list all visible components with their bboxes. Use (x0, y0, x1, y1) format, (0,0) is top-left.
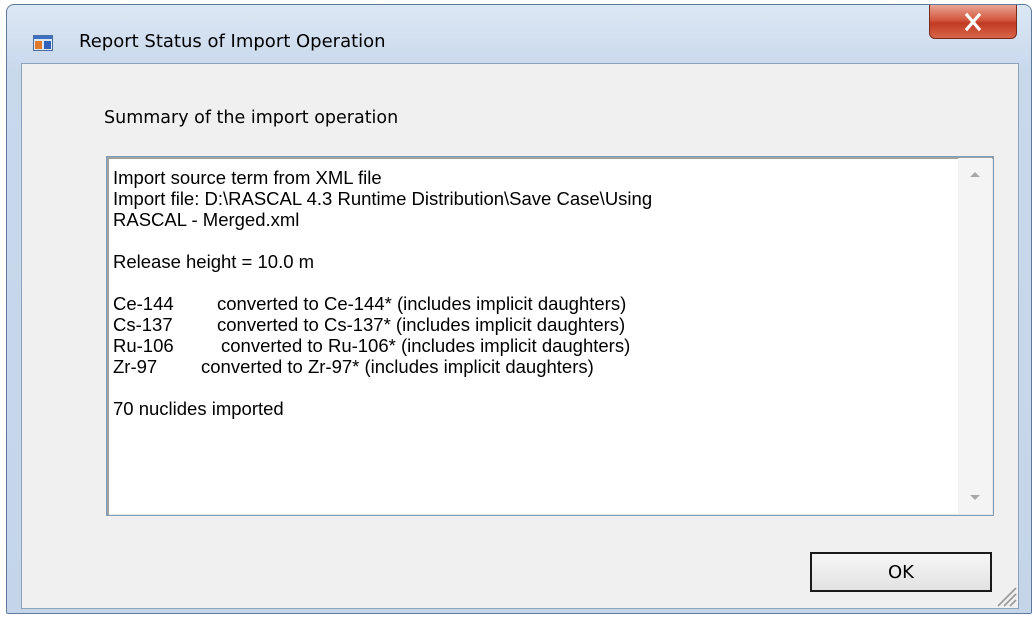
dialog-client-area: Summary of the import operation Import s… (21, 63, 1019, 609)
report-text-box[interactable]: Import source term from XML file Import … (106, 156, 994, 516)
close-icon (964, 12, 982, 31)
conversion-text: converted to Cs-137* (includes implicit … (217, 314, 626, 335)
ok-button[interactable]: OK (810, 552, 992, 592)
window-title: Report Status of Import Operation (79, 31, 386, 52)
nuclide-name: Ru-106 (113, 335, 174, 356)
report-line-import-file: Import file: D:\RASCAL 4.3 Runtime Distr… (113, 188, 653, 209)
summary-label: Summary of the import operation (104, 108, 399, 128)
conversion-line: Zr-97 converted to Zr-97* (includes impli… (113, 356, 949, 377)
window-app-icon[interactable] (33, 35, 53, 51)
scroll-down-button[interactable] (958, 480, 992, 514)
conversion-line: Cs-137 converted to Cs-137* (includes imp… (113, 314, 949, 335)
report-line-source: Import source term from XML file (113, 167, 382, 188)
nuclide-count-line: 70 nuclides imported (113, 398, 284, 419)
dialog-window: Report Status of Import Operation Summar… (6, 4, 1032, 614)
resize-grip-icon[interactable] (992, 582, 1018, 608)
conversion-text: converted to Ru-106* (includes implicit … (221, 335, 631, 356)
conversion-text: converted to Ce-144* (includes implicit … (217, 293, 627, 314)
conversion-line: Ru-106 converted to Ru-106* (includes imp… (113, 335, 949, 356)
close-button[interactable] (929, 5, 1017, 39)
scroll-up-arrow-icon (970, 172, 980, 177)
report-line-file-name: RASCAL - Merged.xml (113, 209, 300, 230)
nuclide-name: Cs-137 (113, 314, 173, 335)
release-height-line: Release height = 10.0 m (113, 251, 315, 272)
report-text-content: Import source term from XML file Import … (113, 167, 949, 419)
nuclide-name: Zr-97 (113, 356, 158, 377)
nuclide-name: Ce-144 (113, 293, 174, 314)
scroll-up-button[interactable] (958, 158, 992, 192)
vertical-scrollbar[interactable] (958, 158, 992, 514)
title-bar[interactable]: Report Status of Import Operation (7, 5, 1031, 63)
conversion-text: converted to Zr-97* (includes implicit d… (201, 356, 594, 377)
scroll-down-arrow-icon (970, 495, 980, 500)
conversion-line: Ce-144 converted to Ce-144* (includes imp… (113, 293, 949, 314)
